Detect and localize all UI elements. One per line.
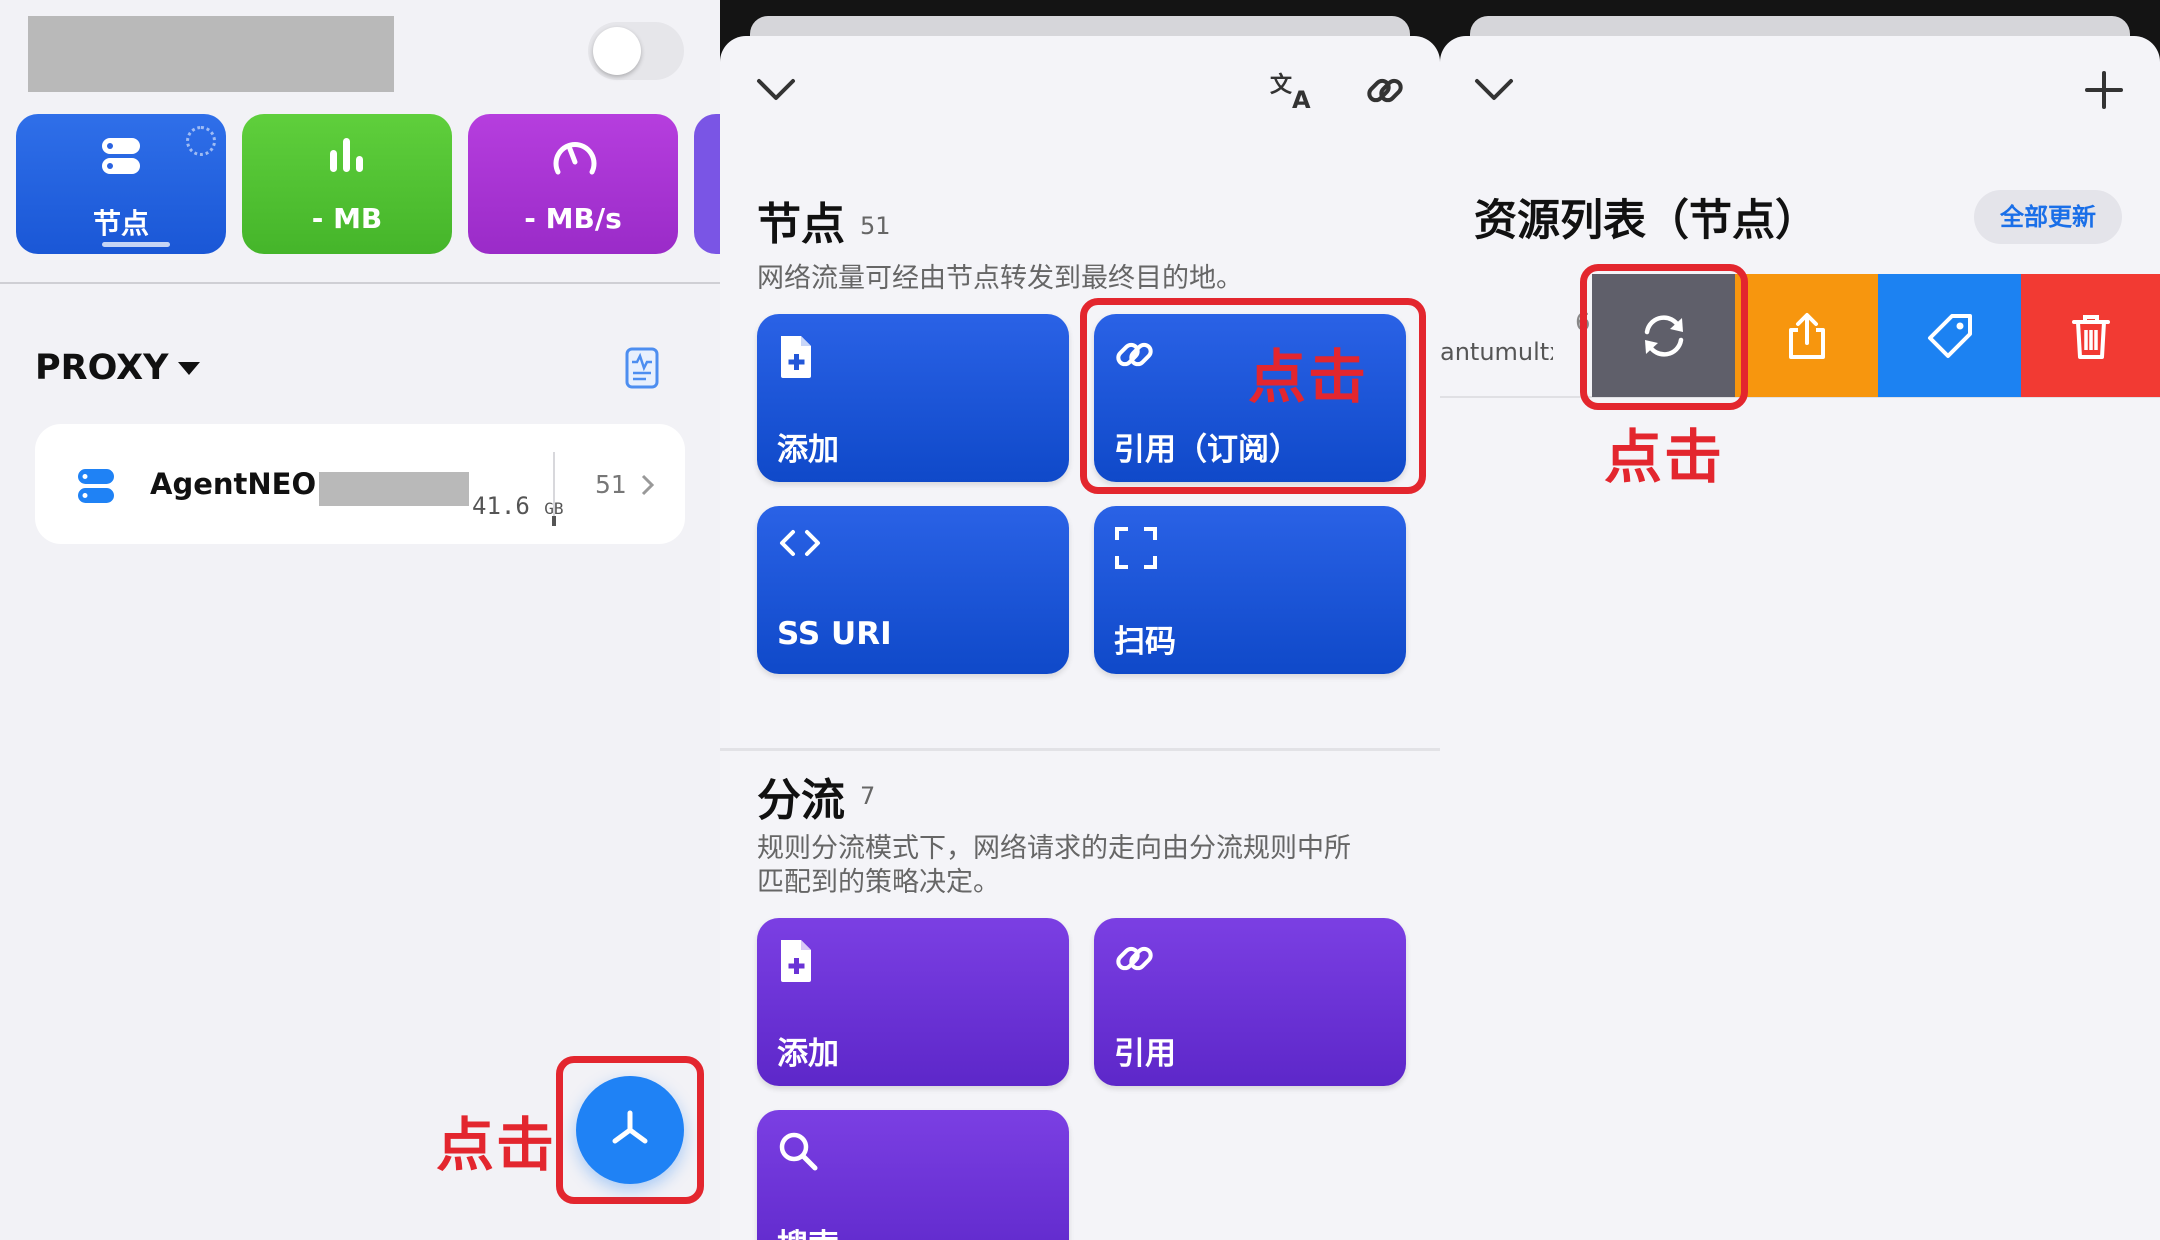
server-icon (78, 469, 114, 503)
divider (0, 282, 720, 284)
add-rule-label: 添加 (777, 1036, 839, 1072)
add-sheet: 文 A 节点 51 网络流量可经由节点转发到最终目的地。 添加 引用（订阅） S… (720, 36, 1440, 1240)
chevron-down-icon[interactable] (1474, 78, 1514, 102)
tile-traffic-label: - MB (311, 202, 383, 235)
chevron-down-icon[interactable] (756, 78, 796, 102)
share-icon (1788, 312, 1825, 359)
rules-count: 7 (860, 782, 876, 810)
fan-icon (612, 1110, 648, 1144)
scan-label: 扫码 (1114, 624, 1176, 660)
ss-uri-label: SS URI (777, 616, 892, 652)
section-divider (720, 748, 1440, 751)
proxy-row[interactable]: AgentNEO - 41.6 GB 51 (35, 424, 685, 544)
usage-bar-fill (552, 516, 556, 526)
vpn-toggle[interactable] (588, 22, 684, 80)
rules-section-title: 分流 (757, 775, 845, 826)
scan-icon (1115, 527, 1157, 569)
proxy-name: AgentNEO - (150, 467, 339, 501)
svg-text:文: 文 (1270, 72, 1293, 98)
tile-partial[interactable] (694, 114, 720, 254)
nodes-description: 网络流量可经由节点转发到最终目的地。 (757, 263, 1243, 294)
tile-nodes[interactable]: 节点 (16, 114, 226, 254)
chevron-right-icon (641, 474, 655, 496)
plus-icon[interactable] (2084, 70, 2124, 110)
usage-value: 41.6 GB (472, 492, 564, 520)
add-rule-button[interactable]: 添加 (757, 918, 1069, 1086)
tag-resource-button[interactable] (1878, 274, 2021, 397)
proxy-screen: 节点 - MB - MB/s PROXY AgentNEO - 41.6 51 … (0, 0, 720, 1240)
reference-rule-button[interactable]: 引用 (1094, 918, 1406, 1086)
tile-traffic[interactable]: - MB (242, 114, 452, 254)
delete-resource-button[interactable] (2021, 274, 2160, 397)
resource-list-title: 资源列表（节点） (1474, 196, 1818, 246)
redacted-title (28, 16, 394, 92)
code-icon (780, 530, 820, 556)
loading-indicator-icon (186, 126, 216, 156)
tag-icon (1927, 313, 1972, 358)
tile-selected-underline (102, 242, 170, 247)
nodes-count: 51 (860, 212, 891, 240)
search-rule-button[interactable]: 搜索 (757, 1110, 1069, 1240)
add-node-button[interactable]: 添加 (757, 314, 1069, 482)
tile-speed[interactable]: - MB/s (468, 114, 678, 254)
rules-description-line1: 规则分流模式下，网络请求的走向由分流规则中所 (757, 833, 1351, 864)
speedometer-icon (553, 142, 597, 175)
annotation-click: 点击 (1248, 343, 1369, 411)
add-node-label: 添加 (777, 432, 839, 468)
redacted-proxy-name (319, 472, 469, 506)
log-document-icon[interactable] (624, 346, 660, 390)
highlight-box (1580, 264, 1748, 410)
search-rule-label: 搜索 (777, 1220, 839, 1240)
annotation-click: 点击 (1604, 423, 1725, 491)
bar-chart-icon (330, 138, 363, 172)
translate-icon[interactable]: 文 A (1268, 70, 1314, 110)
nodes-section-title: 节点 (757, 199, 845, 250)
usage-bar-track (553, 452, 555, 524)
reference-rule-label: 引用 (1114, 1036, 1176, 1072)
node-count: 51 (595, 470, 627, 499)
caret-down-icon[interactable] (178, 362, 200, 375)
resource-name: antumultx (1440, 338, 1553, 366)
update-all-button[interactable]: 全部更新 (1974, 190, 2122, 244)
server-icon (102, 138, 140, 174)
ss-uri-button[interactable]: SS URI (757, 506, 1069, 674)
scan-button[interactable]: 扫码 (1094, 506, 1406, 674)
toggle-knob (593, 27, 641, 75)
trash-icon (2071, 314, 2110, 359)
proxy-section-title[interactable]: PROXY (35, 348, 168, 388)
link-icon (1116, 946, 1153, 971)
add-sheet-screen: 文 A 节点 51 网络流量可经由节点转发到最终目的地。 添加 引用（订阅） S… (720, 0, 1440, 1240)
tile-nodes-label: 节点 (92, 207, 149, 240)
rules-description-line2: 匹配到的策略决定。 (757, 867, 1000, 898)
file-add-icon (781, 940, 811, 982)
tile-speed-label: - MB/s (524, 202, 622, 235)
svg-text:A: A (1292, 86, 1311, 110)
resource-list-screen: 资源列表（节点） 全部更新 6 分钟前 antumultx (1440, 0, 2160, 1240)
annotation-click: 点击 (436, 1111, 557, 1179)
search-icon (779, 1132, 818, 1171)
share-resource-button[interactable] (1735, 274, 1878, 397)
link-icon[interactable] (1364, 70, 1406, 112)
add-fab-button[interactable] (576, 1076, 684, 1184)
file-add-icon (781, 336, 811, 378)
